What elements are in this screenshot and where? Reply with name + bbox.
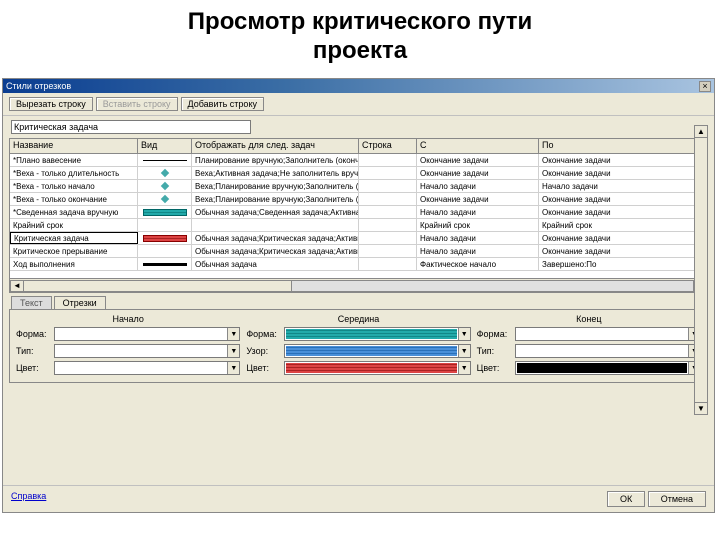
scroll-up-icon[interactable]: ▲	[695, 126, 707, 138]
label-color: Цвет:	[246, 363, 280, 373]
help-link[interactable]: Справка	[11, 491, 46, 507]
vertical-scrollbar[interactable]: ▲ ▼	[694, 125, 708, 415]
table-row[interactable]: *Веха - только длительностьВеха;Активная…	[10, 167, 707, 180]
end-form-combo[interactable]: ▼	[515, 327, 701, 341]
chevron-down-icon[interactable]: ▼	[458, 345, 470, 357]
col-otob[interactable]: Отображать для след. задач	[192, 139, 359, 153]
scroll-left-icon[interactable]: ◄	[10, 280, 24, 292]
add-row-button[interactable]: Добавить строку	[181, 97, 264, 111]
table-row[interactable]: Крайний срокКрайний срокКрайний срок	[10, 219, 707, 232]
paste-row-button: Вставить строку	[96, 97, 178, 111]
col-name[interactable]: Название	[10, 139, 138, 153]
chevron-down-icon[interactable]: ▼	[458, 362, 470, 374]
table-row[interactable]: *Сведенная задача вручнуюОбычная задача;…	[10, 206, 707, 219]
label-tip: Тип:	[477, 346, 511, 356]
table-row[interactable]: Критическая задачаОбычная задача;Критиче…	[10, 232, 707, 245]
window-title: Стили отрезков	[6, 81, 71, 91]
dialog-window: Стили отрезков × Вырезать строку Вставит…	[2, 78, 715, 513]
dialog-footer: Справка ОК Отмена	[3, 485, 714, 512]
panel-end: Конец Форма: ▼ Тип: ▼ Цвет: ▼	[477, 314, 701, 378]
ok-button[interactable]: ОК	[607, 491, 645, 507]
label-start: Начало	[16, 314, 240, 324]
chevron-down-icon[interactable]: ▼	[227, 345, 239, 357]
table-row[interactable]: *Веха - только окончаниеВеха;Планировани…	[10, 193, 707, 206]
mid-color-combo[interactable]: ▼	[284, 361, 470, 375]
col-str[interactable]: Строка	[359, 139, 417, 153]
horizontal-scrollbar[interactable]: ◄ ►	[10, 278, 707, 292]
toolbar: Вырезать строку Вставить строку Добавить…	[3, 93, 714, 116]
label-color: Цвет:	[16, 363, 50, 373]
label-form: Форма:	[16, 329, 50, 339]
mid-pattern-combo[interactable]: ▼	[284, 344, 470, 358]
col-po[interactable]: По	[539, 139, 707, 153]
label-color: Цвет:	[477, 363, 511, 373]
scroll-down-icon[interactable]: ▼	[695, 402, 707, 414]
name-input-row	[3, 116, 714, 138]
label-end: Конец	[477, 314, 701, 324]
close-icon[interactable]: ×	[699, 81, 711, 92]
end-type-combo[interactable]: ▼	[515, 344, 701, 358]
table-row[interactable]: Критическое прерываниеОбычная задача;Кри…	[10, 245, 707, 258]
start-type-combo[interactable]: ▼	[54, 344, 240, 358]
col-vid[interactable]: Вид	[138, 139, 192, 153]
label-uzor: Узор:	[246, 346, 280, 356]
start-form-combo[interactable]: ▼	[54, 327, 240, 341]
tab-segments[interactable]: Отрезки	[54, 296, 106, 309]
grid-header: Название Вид Отображать для след. задач …	[10, 139, 707, 154]
style-name-input[interactable]	[11, 120, 251, 134]
chevron-down-icon[interactable]: ▼	[227, 362, 239, 374]
grid-body[interactable]: *Плано вавесениеПланирование вручную;Зап…	[10, 154, 707, 278]
chevron-down-icon[interactable]: ▼	[227, 328, 239, 340]
mid-form-combo[interactable]: ▼	[284, 327, 470, 341]
label-middle: Середина	[246, 314, 470, 324]
col-s[interactable]: С	[417, 139, 539, 153]
chevron-down-icon[interactable]: ▼	[458, 328, 470, 340]
label-form: Форма:	[246, 329, 280, 339]
start-color-combo[interactable]: ▼	[54, 361, 240, 375]
slide-title: Просмотр критического пути проекта	[0, 0, 720, 70]
panel-middle: Середина Форма: ▼ Узор: ▼ Цвет: ▼	[246, 314, 470, 378]
cancel-button[interactable]: Отмена	[648, 491, 706, 507]
titlebar: Стили отрезков ×	[3, 79, 714, 93]
segment-panel: Начало Форма: ▼ Тип: ▼ Цвет: ▼ Середина …	[9, 309, 708, 383]
tab-text[interactable]: Текст	[11, 296, 52, 309]
cut-row-button[interactable]: Вырезать строку	[9, 97, 93, 111]
detail-tabs: Текст Отрезки	[3, 293, 714, 309]
end-color-combo[interactable]: ▼	[515, 361, 701, 375]
styles-grid: Название Вид Отображать для след. задач …	[9, 138, 708, 293]
table-row[interactable]: *Веха - только началоВеха;Планирование в…	[10, 180, 707, 193]
panel-start: Начало Форма: ▼ Тип: ▼ Цвет: ▼	[16, 314, 240, 378]
label-form: Форма:	[477, 329, 511, 339]
table-row[interactable]: *Плано вавесениеПланирование вручную;Зап…	[10, 154, 707, 167]
table-row[interactable]: Ход выполненияОбычная задачаФактическое …	[10, 258, 707, 271]
label-tip: Тип:	[16, 346, 50, 356]
